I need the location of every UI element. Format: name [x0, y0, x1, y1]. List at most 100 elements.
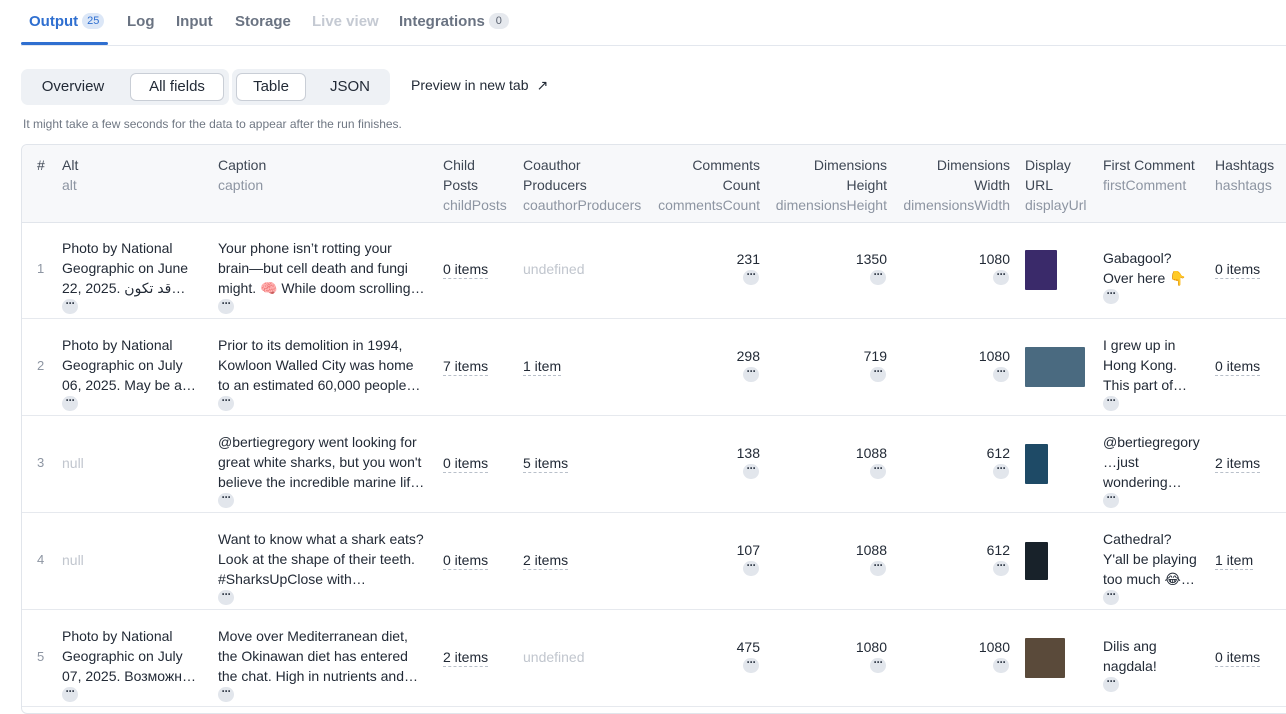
expand-first-comment-button[interactable]: ···	[1103, 675, 1119, 692]
cell-line: nagdala!	[1103, 658, 1157, 674]
column-header-alt[interactable]: Alt alt	[62, 155, 78, 195]
column-title-line-1: Comments	[692, 157, 760, 173]
tab-storage[interactable]: Storage	[235, 13, 291, 30]
column-header-coauthor-producers[interactable]: Coauthor Producers coauthorProducers	[523, 155, 641, 215]
display-url-thumbnail[interactable]	[1025, 443, 1048, 484]
cell-line: I grew up in	[1103, 337, 1176, 353]
json-button[interactable]: JSON	[318, 73, 382, 101]
column-header-dimensions-width[interactable]: Dimensions Width dimensionsWidth	[894, 155, 1010, 215]
expand-dimensions-height-button[interactable]: ···	[870, 656, 886, 673]
hashtags-cell: 2 items	[1215, 453, 1261, 473]
tab-log[interactable]: Log	[127, 13, 155, 30]
child-posts-link[interactable]: 0 items	[443, 260, 489, 279]
display-url-thumbnail[interactable]	[1025, 541, 1048, 580]
more-wrap: ···	[767, 656, 886, 674]
hashtags-link[interactable]: 1 item	[1215, 551, 1254, 570]
column-header-comments-count[interactable]: Comments Count commentsCount	[650, 155, 760, 215]
coauthor-producers-link[interactable]: 2 items	[523, 551, 569, 570]
expand-dimensions-height-button[interactable]: ···	[870, 365, 886, 382]
coauthor-producers-cell: undefined	[523, 259, 585, 279]
cell-line: might. 🧠 While doom scrolling…	[218, 280, 425, 296]
coauthor-producers-cell: 1 item	[523, 356, 562, 376]
expand-dimensions-height-button[interactable]: ···	[870, 268, 886, 285]
more-wrap: ···	[767, 268, 886, 286]
cell-line: Look at the shape of their teeth.	[218, 551, 415, 567]
column-header-dimensions-height[interactable]: Dimensions Height dimensionsHeight	[767, 155, 887, 215]
expand-dimensions-height-button[interactable]: ···	[870, 559, 886, 576]
coauthor-producers-cell: undefined	[523, 647, 585, 667]
child-posts-link[interactable]: 2 items	[443, 648, 489, 667]
comments-count-value: 138	[736, 444, 760, 461]
more-wrap: ···	[218, 297, 430, 315]
expand-caption-button[interactable]: ···	[218, 685, 234, 702]
cell-line: Over here 👇	[1103, 270, 1187, 286]
hashtags-link[interactable]: 2 items	[1215, 454, 1261, 473]
expand-comments-count-button[interactable]: ···	[743, 462, 759, 479]
cell-line: Photo by National	[62, 240, 173, 256]
column-header-child-posts[interactable]: Child Posts childPosts	[443, 155, 507, 215]
column-header-hashtags[interactable]: Hashtags hashtags	[1215, 155, 1274, 195]
column-key: childPosts	[443, 197, 507, 213]
expand-dimensions-width-button[interactable]: ···	[993, 559, 1009, 576]
all-fields-button[interactable]: All fields	[130, 73, 224, 101]
expand-dimensions-width-button[interactable]: ···	[993, 365, 1009, 382]
coauthor-producers-link[interactable]: 5 items	[523, 454, 569, 473]
column-key: hashtags	[1215, 177, 1272, 193]
expand-caption-button[interactable]: ···	[218, 588, 234, 605]
hashtags-link[interactable]: 0 items	[1215, 357, 1261, 376]
overview-button[interactable]: Overview	[29, 73, 117, 101]
expand-first-comment-button[interactable]: ···	[1103, 491, 1119, 508]
comments-count-value: 231	[736, 250, 760, 267]
table-button[interactable]: Table	[236, 73, 306, 101]
table-row: 5 Photo by National Geographic on July 07, …	[22, 610, 1286, 707]
cell-line: Geographic on July	[62, 648, 183, 664]
more-wrap: ···	[62, 394, 202, 412]
expand-comments-count-button[interactable]: ···	[743, 559, 759, 576]
column-header-display-url[interactable]: Display URL displayUrl	[1025, 155, 1086, 215]
child-posts-link[interactable]: 0 items	[443, 454, 489, 473]
more-wrap: ···	[1103, 287, 1203, 305]
tab-input[interactable]: Input	[176, 13, 213, 30]
expand-dimensions-width-button[interactable]: ···	[993, 268, 1009, 285]
more-wrap: ···	[650, 559, 759, 577]
expand-comments-count-button[interactable]: ···	[743, 365, 759, 382]
cell-line: Photo by National	[62, 337, 173, 353]
caption-cell: Want to know what a shark eats? Look at t…	[218, 529, 430, 606]
child-posts-link[interactable]: 7 items	[443, 357, 489, 376]
more-wrap: ···	[1103, 675, 1203, 693]
hashtags-link[interactable]: 0 items	[1215, 260, 1261, 279]
expand-first-comment-button[interactable]: ···	[1103, 394, 1119, 411]
tab-output-label: Output	[29, 13, 79, 30]
display-url-thumbnail[interactable]	[1025, 249, 1057, 290]
alt-null-value: null	[62, 454, 84, 471]
tab-live-view: Live view	[312, 13, 379, 30]
display-url-thumbnail[interactable]	[1025, 346, 1085, 387]
row-index: 2	[37, 357, 45, 373]
hashtags-link[interactable]: 0 items	[1215, 648, 1261, 667]
dimensions-width-value: 1080	[978, 638, 1010, 655]
column-header-caption[interactable]: Caption caption	[218, 155, 266, 195]
more-wrap: ···	[62, 297, 202, 315]
expand-caption-button[interactable]: ···	[218, 297, 234, 314]
expand-dimensions-height-button[interactable]: ···	[870, 462, 886, 479]
expand-alt-button[interactable]: ···	[62, 297, 78, 314]
expand-caption-button[interactable]: ···	[218, 491, 234, 508]
expand-alt-button[interactable]: ···	[62, 685, 78, 702]
tab-output[interactable]: Output 25	[29, 13, 105, 30]
expand-first-comment-button[interactable]: ···	[1103, 287, 1119, 304]
coauthor-producers-link[interactable]: 1 item	[523, 357, 562, 376]
expand-dimensions-width-button[interactable]: ···	[993, 656, 1009, 673]
tab-integrations[interactable]: Integrations 0	[399, 13, 509, 30]
more-wrap: ···	[62, 685, 202, 703]
column-header-first-comment[interactable]: First Comment firstComment	[1103, 155, 1195, 195]
expand-dimensions-width-button[interactable]: ···	[993, 462, 1009, 479]
display-url-thumbnail[interactable]	[1025, 637, 1065, 678]
child-posts-link[interactable]: 0 items	[443, 551, 489, 570]
expand-comments-count-button[interactable]: ···	[743, 656, 759, 673]
cell-line: Dilis ang	[1103, 638, 1157, 654]
expand-alt-button[interactable]: ···	[62, 394, 78, 411]
expand-comments-count-button[interactable]: ···	[743, 268, 759, 285]
expand-first-comment-button[interactable]: ···	[1103, 588, 1119, 605]
expand-caption-button[interactable]: ···	[218, 394, 234, 411]
preview-in-new-tab-link[interactable]: Preview in new tab ↗	[411, 77, 548, 94]
